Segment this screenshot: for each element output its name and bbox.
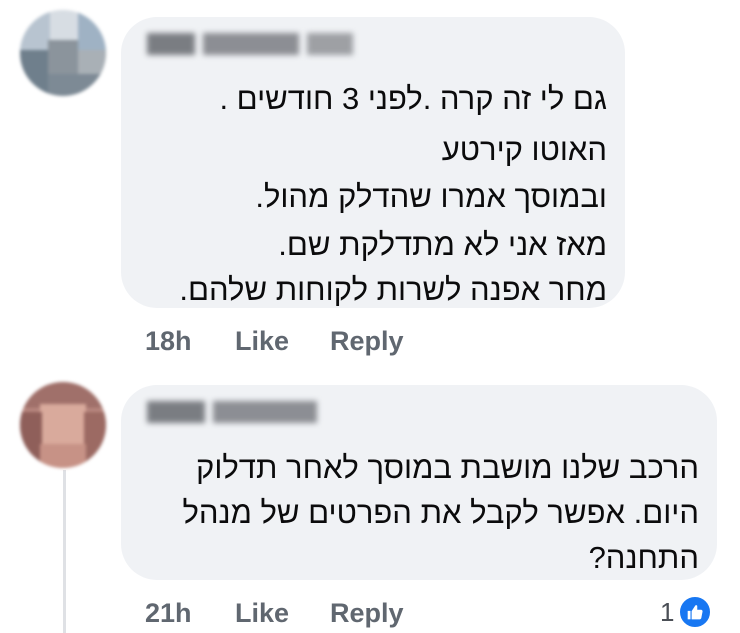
comment-text-line: היום. אפשר לקבל את הפרטים של מנהל: [182, 495, 699, 530]
comment-text-line: מאז אני לא מתדלקת שם.: [278, 227, 607, 262]
comment-timestamp[interactable]: 18h: [145, 328, 192, 355]
redacted-author-name[interactable]: [147, 401, 317, 423]
avatar-pixel: [48, 40, 78, 74]
avatar-pixel: [40, 404, 86, 444]
comment-text-line: גם לי זה קרה .לפני 3 חודשים .: [219, 81, 607, 116]
comment-bubble: הרכב שלנו מושבת במוסך לאחר תדלוק היום. א…: [121, 385, 717, 580]
thumbs-up-icon: [678, 595, 713, 629]
redacted-author-name[interactable]: [147, 33, 353, 55]
comment-text-line: האוטו קירטע: [441, 132, 607, 167]
comment-text-line: ובמוסך אמרו שהדלק מהול.: [255, 179, 607, 214]
reply-button[interactable]: Reply: [330, 328, 404, 355]
avatar-pixel: [40, 444, 86, 468]
comment-timestamp[interactable]: 21h: [145, 600, 192, 627]
avatar-pixel: [48, 74, 106, 96]
reaction-summary[interactable]: 1: [660, 595, 713, 629]
avatar-pixel: [20, 50, 48, 96]
avatar-pixel: [50, 10, 78, 40]
avatar-pixel: [84, 412, 106, 468]
comment-text-line: התחנה?: [588, 540, 699, 575]
thread-line: [63, 470, 66, 633]
avatar[interactable]: [20, 10, 106, 96]
comment-text-line: מחר אפנה לשרות לקוחות שלהם.: [179, 272, 607, 307]
comment-text-line: הרכב שלנו מושבת במוסך לאחר תדלוק: [196, 450, 699, 485]
like-button[interactable]: Like: [235, 328, 289, 355]
reaction-count: 1: [660, 596, 675, 627]
like-button[interactable]: Like: [235, 600, 289, 627]
avatar-pixel: [20, 10, 50, 50]
reply-button[interactable]: Reply: [330, 600, 404, 627]
comment-bubble: גם לי זה קרה .לפני 3 חודשים . האוטו קירט…: [121, 17, 625, 308]
avatar-pixel: [78, 10, 106, 50]
avatar[interactable]: [20, 382, 106, 468]
avatar-pixel: [20, 412, 42, 468]
